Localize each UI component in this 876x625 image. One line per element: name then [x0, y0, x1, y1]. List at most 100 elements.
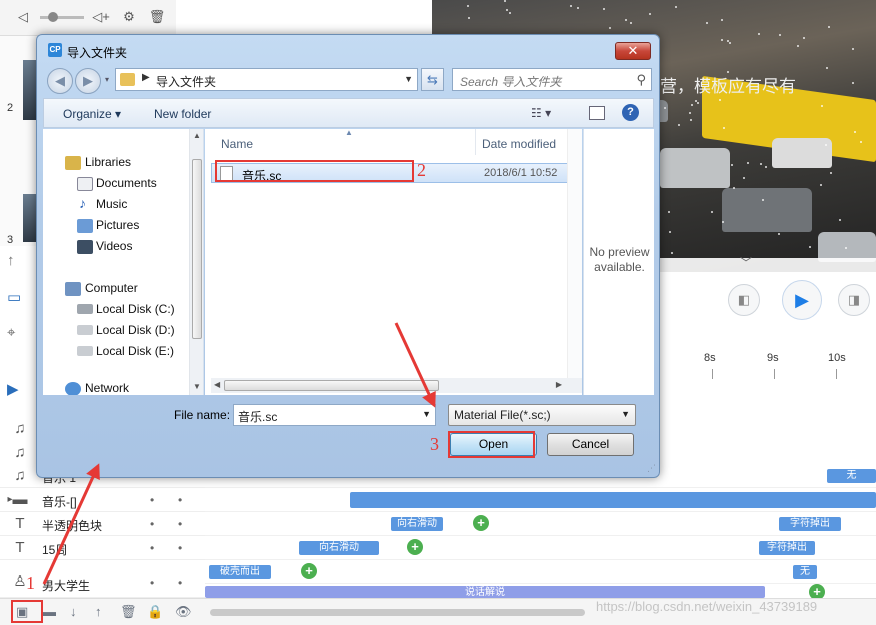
search-icon[interactable]: ⚲: [636, 72, 646, 88]
column-header-name[interactable]: Name: [221, 137, 253, 151]
visibility-dot[interactable]: •: [150, 493, 154, 507]
camera-icon[interactable]: ▭: [7, 288, 21, 306]
snow-flake: [729, 42, 731, 44]
nav-network[interactable]: Network: [85, 381, 129, 395]
breadcrumb-separator-icon[interactable]: ▶: [142, 72, 150, 83]
nav-disk-e[interactable]: Local Disk (E:): [96, 344, 174, 358]
close-button[interactable]: ✕: [615, 42, 651, 60]
resize-grip-icon[interactable]: ⋰: [647, 463, 656, 474]
visibility-dot[interactable]: •: [150, 576, 154, 590]
cancel-button[interactable]: Cancel: [547, 433, 634, 456]
add-effect-icon[interactable]: +: [301, 563, 317, 579]
timeline-clip[interactable]: 字符掉出: [759, 541, 815, 555]
timeline-track: 破壳而出 + 无: [205, 560, 876, 584]
layer-row[interactable]: ▸ ▬ 音乐-[] • •: [0, 488, 205, 512]
up-arrow-icon[interactable]: ↑: [7, 252, 15, 269]
timeline-clip[interactable]: 无: [793, 565, 817, 579]
timeline-clip[interactable]: 向右滑动: [299, 541, 379, 555]
add-effect-icon[interactable]: +: [473, 515, 489, 531]
music-note-icon: ♫: [14, 467, 26, 484]
file-type-select[interactable]: Material File(*.sc;) ▼: [448, 404, 636, 426]
lock-dot[interactable]: •: [178, 493, 182, 507]
new-folder-button[interactable]: New folder: [154, 107, 211, 121]
target-icon[interactable]: ⌖: [7, 324, 15, 341]
preview-pane-icon[interactable]: [589, 106, 605, 120]
file-list-vscroll[interactable]: [567, 129, 582, 379]
timeline-clip[interactable]: 说话解说: [205, 586, 765, 598]
nav-scrollbar[interactable]: ▲ ▼: [189, 129, 203, 395]
snow-flake: [678, 124, 680, 126]
prev-frame-button[interactable]: ◧: [728, 284, 760, 316]
visibility-dot[interactable]: •: [150, 541, 154, 555]
trash-icon[interactable]: 🗑: [120, 604, 137, 620]
play-button[interactable]: ▶: [782, 280, 822, 320]
lock-dot[interactable]: •: [178, 576, 182, 590]
file-name-input[interactable]: 音乐.sc ▼: [233, 404, 436, 426]
address-path[interactable]: 导入文件夹: [156, 73, 216, 90]
organize-button[interactable]: Organize ▾: [63, 107, 121, 121]
gear-icon[interactable]: ⚙: [120, 8, 138, 26]
nav-scrollbar-thumb[interactable]: [192, 159, 202, 339]
back-arrow-icon[interactable]: ◀: [47, 68, 73, 94]
move-up-icon[interactable]: ↑: [95, 604, 102, 619]
nav-pictures[interactable]: Pictures: [96, 218, 139, 232]
preview-car: [772, 138, 832, 168]
chevron-down-icon[interactable]: ▼: [404, 74, 413, 84]
address-bar[interactable]: ▶ 导入文件夹 ▼: [115, 68, 418, 91]
refresh-button[interactable]: ⇆: [421, 68, 444, 91]
timeline-clip[interactable]: 字符掉出: [779, 517, 841, 531]
snow-flake: [721, 39, 723, 41]
visibility-dot[interactable]: •: [150, 517, 154, 531]
nav-music[interactable]: Music: [96, 197, 127, 211]
help-icon[interactable]: ?: [622, 104, 639, 121]
file-list-hscroll-thumb[interactable]: [224, 380, 439, 391]
nav-disk-c[interactable]: Local Disk (C:): [96, 302, 175, 316]
nav-documents[interactable]: Documents: [96, 176, 157, 190]
file-list-hscroll[interactable]: ◀ ▶: [211, 378, 582, 393]
scroll-right-icon[interactable]: ▶: [556, 380, 562, 389]
snow-flake: [570, 5, 572, 7]
column-header-date[interactable]: Date modified: [482, 137, 556, 151]
timeline-clip[interactable]: 破壳而出: [209, 565, 271, 579]
scroll-left-icon[interactable]: ◀: [214, 380, 220, 389]
layer-row[interactable]: T 半透明色块 • •: [0, 512, 205, 536]
volume-slider[interactable]: [40, 12, 84, 22]
lock-icon[interactable]: 🔒: [147, 604, 163, 620]
snow-flake: [760, 163, 762, 165]
move-down-icon[interactable]: ↓: [70, 604, 77, 619]
chevron-down-icon[interactable]: ▼: [621, 409, 630, 419]
search-input[interactable]: Search 导入文件夹 ⚲: [452, 68, 652, 91]
column-separator[interactable]: [475, 129, 476, 155]
recent-pages-dropdown[interactable]: ▾: [105, 75, 109, 84]
timeline-clip[interactable]: 无: [827, 469, 876, 483]
nav-disk-d[interactable]: Local Disk (D:): [96, 323, 175, 337]
eye-icon[interactable]: 👁: [175, 604, 192, 620]
snow-flake: [860, 141, 862, 143]
timeline-clip[interactable]: [350, 492, 876, 508]
snow-flake: [711, 211, 713, 213]
scroll-up-icon[interactable]: ▲: [193, 131, 201, 140]
folder-icon[interactable]: ▬: [43, 604, 56, 619]
file-name-value[interactable]: 音乐.sc: [238, 408, 277, 425]
nav-libraries[interactable]: Libraries: [85, 155, 131, 169]
lock-dot[interactable]: •: [178, 517, 182, 531]
next-frame-button[interactable]: ◨: [838, 284, 870, 316]
nav-computer[interactable]: Computer: [85, 281, 138, 295]
lock-dot[interactable]: •: [178, 541, 182, 555]
nav-videos[interactable]: Videos: [96, 239, 132, 253]
snow-flake: [506, 9, 508, 11]
snow-flake: [577, 7, 579, 9]
chevron-down-icon[interactable]: ▼: [422, 409, 431, 419]
collapse-chevron-icon[interactable]: ﹀: [740, 254, 752, 271]
volume-down-icon[interactable]: ◁: [14, 8, 32, 26]
forward-arrow-icon[interactable]: ▶: [75, 68, 101, 94]
volume-slider-knob[interactable]: [48, 12, 58, 22]
scroll-down-icon[interactable]: ▼: [193, 382, 201, 391]
timeline-scrollbar[interactable]: [210, 609, 585, 616]
volume-up-icon[interactable]: ◁+: [92, 8, 110, 26]
add-effect-icon[interactable]: +: [407, 539, 423, 555]
trash-icon[interactable]: 🗑: [148, 8, 166, 26]
view-options-icon[interactable]: ☷ ▾: [531, 106, 551, 120]
timeline-clip[interactable]: 向右滑动: [391, 517, 443, 531]
layer-row[interactable]: T 15周 • •: [0, 536, 205, 560]
